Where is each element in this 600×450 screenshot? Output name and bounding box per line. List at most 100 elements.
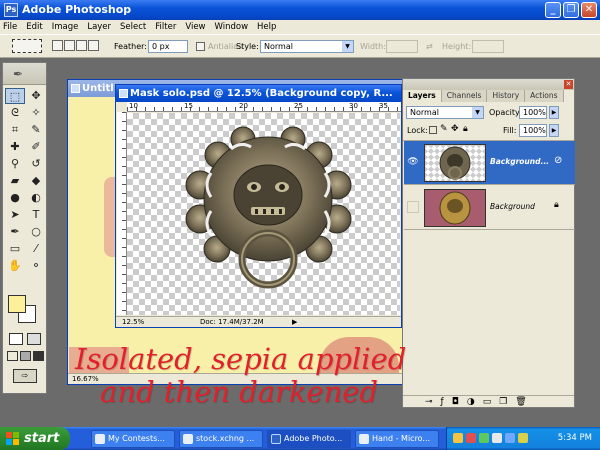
menu-help[interactable]: Help: [257, 22, 276, 32]
menu-view[interactable]: View: [185, 22, 205, 32]
new-layer-icon[interactable]: ❐: [499, 396, 507, 407]
lasso-tool-icon[interactable]: ᘓ: [5, 105, 25, 121]
new-adjustment-layer-icon[interactable]: ◑: [467, 396, 475, 407]
tray-folder-icon[interactable]: [453, 433, 463, 443]
history-brush-tool-icon[interactable]: ↺: [26, 156, 46, 172]
delete-layer-icon[interactable]: 🗑︎: [515, 396, 526, 407]
height-input[interactable]: [472, 40, 504, 53]
pen-tool-icon[interactable]: ✒: [5, 224, 25, 240]
toolbox-header[interactable]: ✒: [3, 63, 46, 85]
new-selection-icon[interactable]: [52, 40, 63, 51]
menu-file[interactable]: File: [3, 22, 17, 32]
eyedropper-tool-icon[interactable]: ⁄: [26, 241, 46, 257]
tray-app-icon[interactable]: [518, 433, 528, 443]
eye-visibility-icon[interactable]: 👁︎: [407, 156, 419, 168]
taskbar-item-my-contests[interactable]: My Contests...: [91, 430, 175, 448]
move-tool-icon[interactable]: ✥: [26, 88, 46, 104]
lock-paint-icon[interactable]: ✎: [440, 124, 448, 134]
lock-all-icon[interactable]: 🔒︎: [463, 124, 468, 134]
menu-filter[interactable]: Filter: [155, 22, 176, 32]
layer-effects-icon[interactable]: ⊘: [554, 155, 562, 166]
tab-layers[interactable]: Layers: [403, 90, 442, 102]
taskbar-item-hand-microsoft[interactable]: Hand - Micro...: [355, 430, 439, 448]
quick-mask-mode-icon[interactable]: [27, 333, 41, 345]
magic-wand-tool-icon[interactable]: ✧: [26, 105, 46, 121]
status-menu-arrow-icon[interactable]: ▶: [292, 317, 297, 328]
minimize-button[interactable]: _: [545, 2, 561, 18]
fill-slider-arrow-icon[interactable]: ▶: [549, 124, 559, 137]
tray-security-icon[interactable]: [466, 433, 476, 443]
horizontal-ruler[interactable]: 10 15 20 25 30 35: [127, 102, 401, 112]
background-document-zoom[interactable]: 16.67%: [68, 375, 99, 383]
menu-select[interactable]: Select: [120, 22, 146, 32]
layer-row-background-copy[interactable]: 👁︎ Background... ⊘: [404, 141, 575, 185]
style-select[interactable]: Normal ▼: [260, 40, 354, 53]
close-button[interactable]: ✕: [581, 2, 597, 18]
blend-mode-select[interactable]: Normal ▼: [406, 106, 484, 119]
restore-button[interactable]: ❐: [563, 2, 579, 18]
new-group-icon[interactable]: ▭: [483, 396, 492, 407]
type-tool-icon[interactable]: T: [26, 207, 46, 223]
lock-transparency-icon[interactable]: [429, 126, 437, 134]
add-mask-icon[interactable]: ◘: [452, 396, 459, 407]
feather-input[interactable]: 0 px: [148, 40, 188, 53]
antialias-checkbox[interactable]: [196, 42, 205, 51]
active-document-window[interactable]: Mask solo.psd @ 12.5% (Background copy, …: [115, 84, 402, 328]
jump-to-imageready-icon[interactable]: ⇨: [13, 369, 37, 383]
add-layer-style-icon[interactable]: ƒ: [441, 396, 444, 407]
opacity-input[interactable]: 100%: [519, 106, 547, 119]
tab-channels[interactable]: Channels: [441, 90, 488, 102]
tab-actions[interactable]: Actions: [525, 90, 564, 102]
active-document-title-bar[interactable]: Mask solo.psd @ 12.5% (Background copy, …: [116, 85, 401, 102]
lock-move-icon[interactable]: ✥: [451, 124, 459, 134]
active-document-zoom[interactable]: 12.5%: [122, 317, 144, 328]
menu-edit[interactable]: Edit: [26, 22, 42, 32]
zoom-tool-icon[interactable]: ⚬: [26, 258, 46, 274]
subtract-selection-icon[interactable]: [76, 40, 87, 51]
hand-tool-icon[interactable]: ✋: [5, 258, 25, 274]
panel-close-icon[interactable]: ✕: [564, 80, 573, 89]
slice-tool-icon[interactable]: ✎: [26, 122, 46, 138]
add-selection-icon[interactable]: [64, 40, 75, 51]
standard-mode-icon[interactable]: [9, 333, 23, 345]
opacity-slider-arrow-icon[interactable]: ▶: [549, 106, 559, 119]
tab-history[interactable]: History: [487, 90, 526, 102]
foreground-color-swatch[interactable]: [8, 295, 26, 313]
taskbar-item-adobe-photoshop[interactable]: Adobe Photo...: [267, 430, 351, 448]
document-canvas[interactable]: [127, 113, 400, 315]
screen-mode-standard-icon[interactable]: [7, 351, 18, 361]
menu-image[interactable]: Image: [52, 22, 79, 32]
eye-visibility-toggle[interactable]: [407, 201, 419, 213]
tray-messenger-icon[interactable]: [505, 433, 515, 443]
paint-bucket-tool-icon[interactable]: ◆: [26, 173, 46, 189]
clone-stamp-tool-icon[interactable]: ⚲: [5, 156, 25, 172]
marquee-tool-icon[interactable]: ⬚: [5, 88, 25, 104]
healing-brush-tool-icon[interactable]: ✚: [5, 139, 25, 155]
intersect-selection-icon[interactable]: [88, 40, 99, 51]
width-input[interactable]: [386, 40, 418, 53]
taskbar-item-stock-xchng[interactable]: stock.xchng ...: [179, 430, 263, 448]
shape-tool-icon[interactable]: ○: [26, 224, 46, 240]
screen-mode-full-menu-icon[interactable]: [20, 351, 31, 361]
dodge-tool-icon[interactable]: ◐: [26, 190, 46, 206]
start-button[interactable]: start: [0, 427, 70, 450]
layers-panel-header[interactable]: ✕: [403, 79, 574, 90]
screen-mode-full-icon[interactable]: [33, 351, 44, 361]
link-layers-icon[interactable]: ⊸: [425, 396, 433, 407]
notes-tool-icon[interactable]: ▭: [5, 241, 25, 257]
crop-tool-icon[interactable]: ⌗: [5, 122, 25, 138]
eraser-tool-icon[interactable]: ▰: [5, 173, 25, 189]
menu-window[interactable]: Window: [215, 22, 249, 32]
layer-row-background[interactable]: Background 🔒︎: [404, 186, 575, 230]
menu-layer[interactable]: Layer: [87, 22, 111, 32]
blur-tool-icon[interactable]: ●: [5, 190, 25, 206]
path-selection-tool-icon[interactable]: ➤: [5, 207, 25, 223]
brush-tool-icon[interactable]: ✐: [26, 139, 46, 155]
swap-icon[interactable]: ⇄: [426, 40, 433, 53]
marquee-preset-icon[interactable]: [12, 39, 42, 53]
fill-input[interactable]: 100%: [519, 124, 547, 137]
tray-network-icon[interactable]: [479, 433, 489, 443]
tray-volume-icon[interactable]: [492, 433, 502, 443]
vertical-ruler[interactable]: [117, 112, 127, 315]
clock[interactable]: 5:34 PM: [558, 427, 592, 450]
